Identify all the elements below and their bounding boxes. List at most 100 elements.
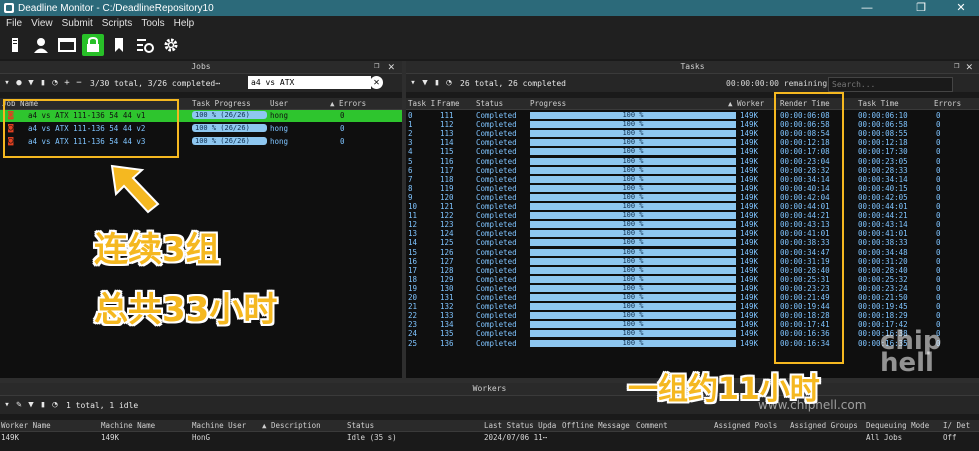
tasks-table-header: Task I Frame Status Progress ▲ Worker Re… [406,98,979,110]
user-icon[interactable] [30,34,52,56]
jobs-summary: 3/30 total, 3/26 completed⋯ [90,78,221,88]
task-row[interactable]: 0 111 Completed 100 % 149K 00:00:06:08 00:00:0… [406,111,979,120]
add-icon[interactable]: + [62,78,72,88]
lock-icon[interactable] [82,34,104,56]
task-row[interactable]: 15 126 Completed 100 % 149K 00:00:34:47 00:00:… [406,248,979,257]
clear-search-icon[interactable]: ✕ [370,76,383,89]
task-status: Completed [476,238,517,248]
bookmark-icon[interactable]: ▮ [432,78,442,88]
task-worker: 149K [740,247,759,257]
jobs-search-input[interactable]: a4 vs ATX [248,76,371,89]
tasks-search-input[interactable]: Search... [828,77,953,92]
pie-icon[interactable]: ◔ [50,400,60,410]
arrow-annotation-icon [110,164,160,214]
gear-icon[interactable] [160,34,182,56]
task-row[interactable]: 17 128 Completed 100 % 149K 00:00:28:40 00:00:… [406,266,979,275]
device-icon[interactable] [4,34,26,56]
col-task-id[interactable]: Task I [408,98,435,109]
menu-scripts[interactable]: Scripts [102,18,133,29]
minimize-button[interactable]: — [852,0,882,16]
col-errors[interactable]: ▲ Errors [330,98,366,109]
task-frame: 121 [440,202,454,211]
dropdown-icon[interactable]: ▾ [2,400,12,410]
jobs-panel-title: Jobs [0,61,402,74]
monitor-icon[interactable] [56,34,78,56]
task-row[interactable]: 20 131 Completed 100 % 149K 00:00:21:49 00:00:… [406,293,979,302]
col-task-progress[interactable]: Task Progress [192,98,251,109]
col-worker-name[interactable]: Worker Name [1,420,51,431]
close-panel-icon[interactable]: ✕ [966,60,973,73]
maximize-button[interactable]: ❐ [906,0,936,16]
edit-icon[interactable]: ✎ [14,400,24,410]
task-row[interactable]: 10 121 Completed 100 % 149K 00:00:44:01 00:00:… [406,202,979,211]
task-row[interactable]: 12 123 Completed 100 % 149K 00:00:43:13 00:00:… [406,220,979,229]
close-panel-icon[interactable]: ✕ [388,60,398,73]
float-panel-icon[interactable]: ❐ [374,61,384,71]
task-row[interactable]: 19 130 Completed 100 % 149K 00:00:23:23 00:00:… [406,284,979,293]
col-user[interactable]: User [270,98,288,109]
task-worker: 149K [740,211,759,221]
task-row[interactable]: 14 125 Completed 100 % 149K 00:00:38:33 00:00:… [406,238,979,247]
menu-tools[interactable]: Tools [141,18,164,29]
filter-icon[interactable]: ▼ [26,400,36,410]
task-row[interactable]: 18 129 Completed 100 % 149K 00:00:25:31 00:00:… [406,275,979,284]
col-comment[interactable]: Comment [636,420,668,431]
task-id: 3 [408,138,413,148]
menu-view[interactable]: View [31,18,53,29]
col-description[interactable]: ▲ Description [262,420,321,431]
menu-submit[interactable]: Submit [62,18,93,29]
col-status[interactable]: Status [347,420,374,431]
col-errors[interactable]: Errors [934,98,961,109]
task-errors: 0 [936,174,941,184]
task-row[interactable]: 16 127 Completed 100 % 149K 00:00:31:19 00:00:… [406,257,979,266]
settings-list-icon[interactable] [134,34,156,56]
task-row[interactable]: 2 113 Completed 100 % 149K 00:00:08:54 00:00:0… [406,129,979,138]
pie-icon[interactable]: ◔ [444,78,454,88]
float-panel-icon[interactable]: ❐ [954,61,959,71]
user-filter-icon[interactable]: ● [14,78,24,88]
task-row[interactable]: 21 132 Completed 100 % 149K 00:00:19:44 00:00:… [406,302,979,311]
col-assigned-pools[interactable]: Assigned Pools [714,420,777,431]
dropdown-icon[interactable]: ▾ [408,78,418,88]
worker-idle-detection: Off [943,433,957,442]
task-row[interactable]: 11 122 Completed 100 % 149K 00:00:44:21 00:00:… [406,211,979,220]
menu-help[interactable]: Help [174,18,195,29]
task-row[interactable]: 9 120 Completed 100 % 149K 00:00:42:04 00:00:4… [406,193,979,202]
task-time: 00:00:06:10 [858,111,908,120]
task-row[interactable]: 13 124 Completed 100 % 149K 00:00:41:01 00:00:… [406,229,979,238]
col-status[interactable]: Status [476,98,503,109]
task-row[interactable]: 4 115 Completed 100 % 149K 00:00:17:08 00:00:1… [406,147,979,156]
task-row[interactable]: 1 112 Completed 100 % 149K 00:00:06:58 00:00:0… [406,120,979,129]
col-dequeuing-mode[interactable]: Dequeuing Mode [866,420,929,431]
col-progress[interactable]: Progress [530,98,566,109]
remove-icon[interactable]: − [74,78,84,88]
bookmark-icon[interactable]: ▮ [38,78,48,88]
col-frame[interactable]: Frame [437,98,460,109]
task-row[interactable]: 5 116 Completed 100 % 149K 00:00:23:04 00:00:2… [406,157,979,166]
pie-icon[interactable]: ◔ [50,78,60,88]
task-row[interactable]: 3 114 Completed 100 % 149K 00:00:12:18 00:00:1… [406,138,979,147]
task-row[interactable]: 22 133 Completed 100 % 149K 00:00:18:28 00:00:… [406,311,979,320]
bookmark-icon[interactable]: ▮ [38,400,48,410]
col-offline-message[interactable]: Offline Message [562,420,630,431]
worker-row[interactable]: 149K 149K HonG Idle (35 s) 2024/07/06 11… [0,433,979,444]
col-task-time[interactable]: Task Time [858,98,899,109]
col-last-status[interactable]: Last Status Upda [484,420,556,431]
task-status: Completed [476,129,517,139]
filter-icon[interactable]: ▼ [26,78,36,88]
col-idle-detection[interactable]: I/ Det [943,420,970,431]
col-worker[interactable]: ▲ Worker [728,98,764,109]
dropdown-icon[interactable]: ▾ [2,78,12,88]
bookmark-icon[interactable] [108,34,130,56]
task-row[interactable]: 6 117 Completed 100 % 149K 00:00:28:32 00:00:2… [406,166,979,175]
task-row[interactable]: 7 118 Completed 100 % 149K 00:00:34:14 00:00:3… [406,175,979,184]
menu-file[interactable]: File [6,18,22,29]
task-progress-bar: 100 % [530,193,736,201]
col-machine-user[interactable]: Machine User [192,420,246,431]
col-assigned-groups[interactable]: Assigned Groups [790,420,858,431]
task-row[interactable]: 8 119 Completed 100 % 149K 00:00:40:14 00:00:4… [406,184,979,193]
close-button[interactable]: ✕ [946,0,976,16]
col-machine-name[interactable]: Machine Name [101,420,155,431]
task-time: 00:00:44:21 [858,211,908,221]
filter-icon[interactable]: ▼ [420,78,430,88]
